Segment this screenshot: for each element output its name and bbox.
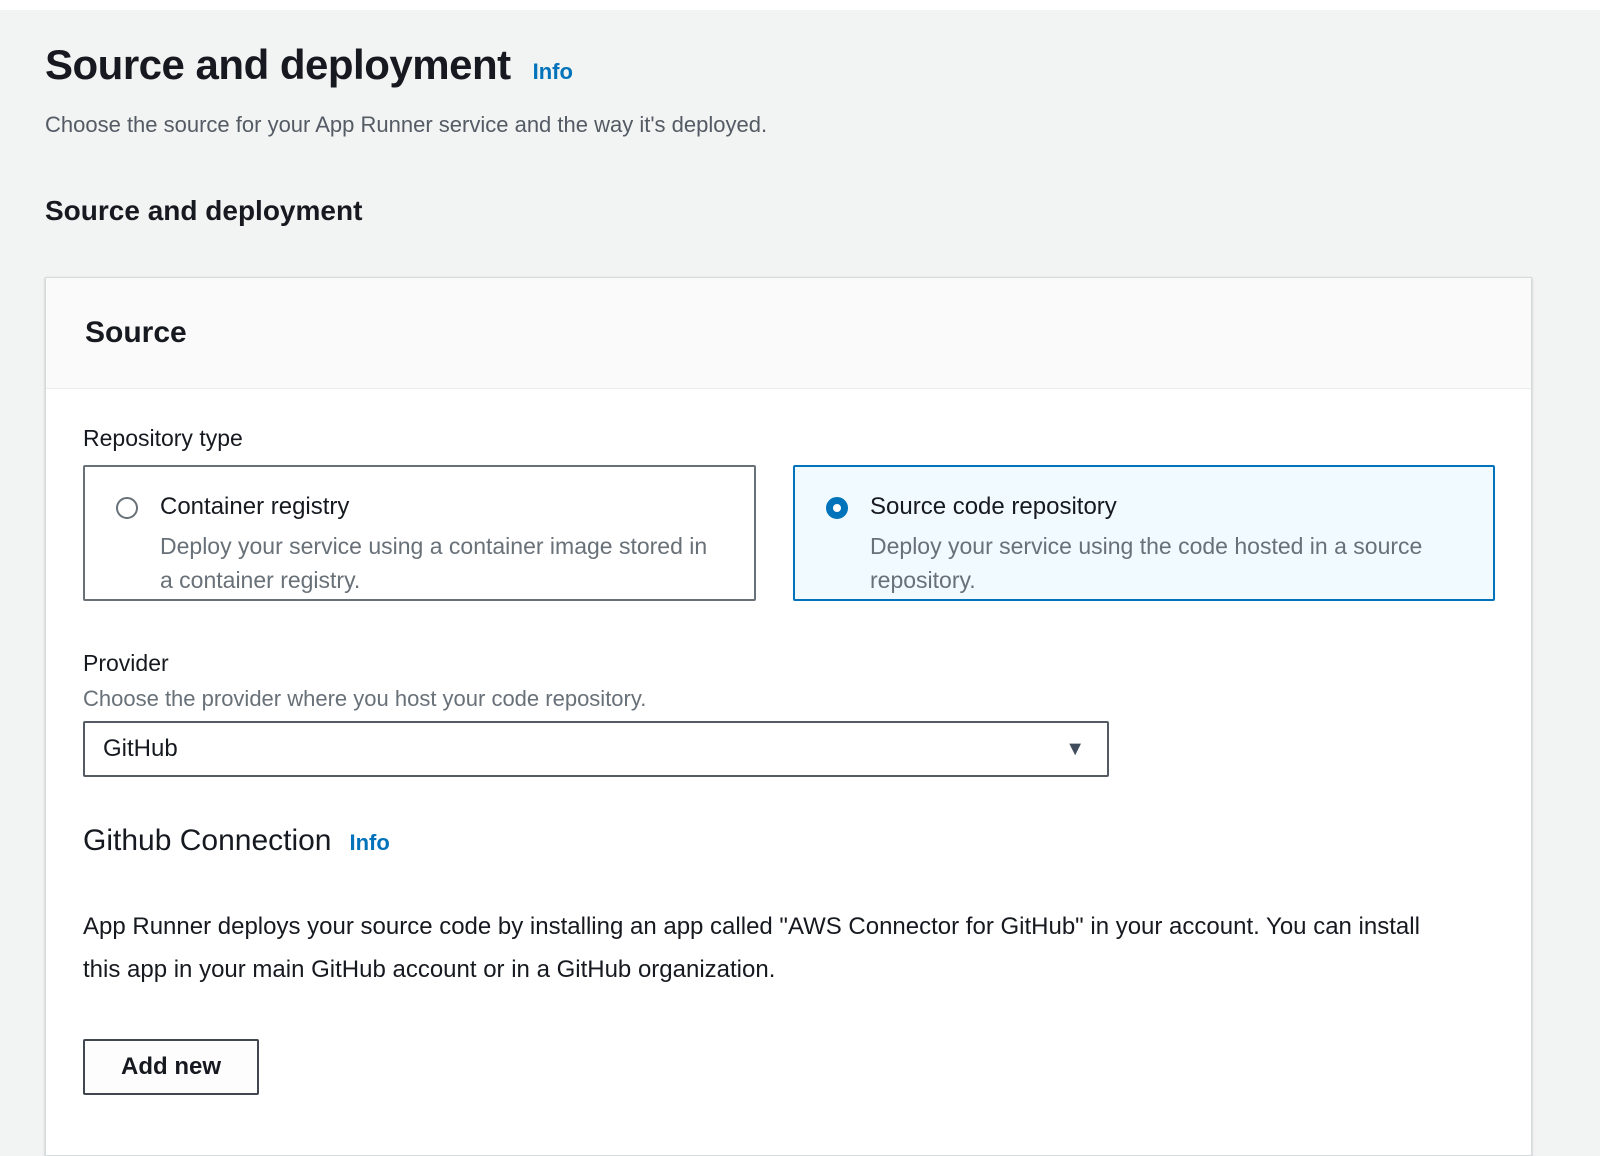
radio-button[interactable]: [116, 497, 138, 519]
tile-label: Source code repository: [870, 491, 1430, 523]
provider-help-text: Choose the provider where you host your …: [83, 685, 1494, 713]
page-title: Source and deployment: [45, 40, 511, 90]
repository-type-tiles: Container registry Deploy your service u…: [83, 465, 1494, 601]
github-connection-header: Github Connection Info: [83, 823, 1494, 859]
chevron-down-icon: ▼: [1065, 739, 1085, 759]
page-title-info-link[interactable]: Info: [533, 59, 573, 85]
provider-select[interactable]: GitHub ▼: [83, 721, 1109, 777]
source-panel: Source Repository type Container registr…: [45, 277, 1532, 1156]
tile-container-registry[interactable]: Container registry Deploy your service u…: [83, 465, 756, 601]
source-panel-body: Repository type Container registry Deplo…: [46, 389, 1531, 1155]
repository-type-label: Repository type: [83, 424, 1494, 452]
tile-label: Container registry: [160, 491, 720, 523]
source-panel-header: Source: [46, 278, 1531, 389]
main-content: Source and deployment Info Choose the so…: [0, 40, 1600, 1156]
tile-description: Deploy your service using a container im…: [160, 529, 720, 597]
tile-content: Container registry Deploy your service u…: [160, 491, 720, 597]
top-strip: [0, 0, 1600, 10]
radio-button-selected[interactable]: [826, 497, 848, 519]
provider-label: Provider: [83, 649, 1494, 677]
source-panel-title: Source: [85, 314, 1492, 352]
provider-field: Provider Choose the provider where you h…: [83, 649, 1494, 777]
provider-select-value: GitHub: [103, 735, 178, 763]
github-connection-heading: Github Connection: [83, 823, 332, 859]
tile-description: Deploy your service using the code hoste…: [870, 529, 1430, 597]
page-header: Source and deployment Info: [45, 40, 1555, 90]
add-new-button[interactable]: Add new: [83, 1039, 259, 1095]
github-connection-info-link[interactable]: Info: [350, 830, 390, 856]
page-subtitle: Choose the source for your App Runner se…: [45, 110, 1555, 140]
github-connection-description: App Runner deploys your source code by i…: [83, 905, 1451, 991]
tile-content: Source code repository Deploy your servi…: [870, 491, 1430, 597]
tile-source-code-repository[interactable]: Source code repository Deploy your servi…: [793, 465, 1495, 601]
section-heading: Source and deployment: [45, 194, 1555, 228]
